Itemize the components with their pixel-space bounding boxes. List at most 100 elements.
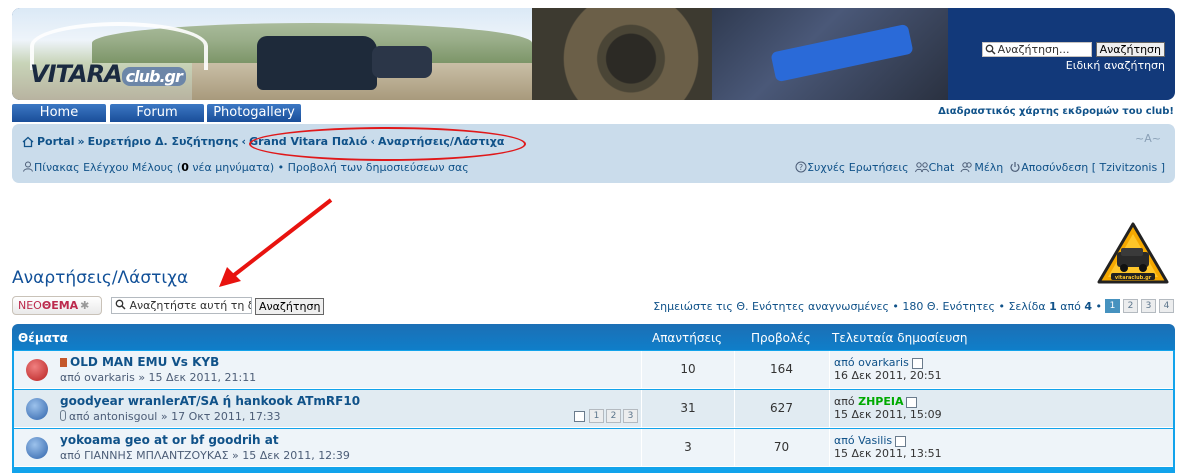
topic-replies: 10 bbox=[641, 351, 735, 388]
star-icon: ✱ bbox=[80, 299, 90, 312]
home-icon bbox=[22, 136, 34, 147]
topic-hot-read-icon bbox=[26, 398, 48, 420]
logout-label: Αποσύνδεση [ Tzivitzonis ] bbox=[1021, 161, 1165, 174]
topic-page-link-3[interactable]: 3 bbox=[623, 409, 638, 423]
header-search-input[interactable]: Αναζήτηση... bbox=[981, 42, 1092, 57]
user-control-links: Πίνακας Ελέγχου Μέλους (0 νέα μηνύματα) … bbox=[22, 161, 469, 174]
last-post-author[interactable]: ZHPEIA bbox=[858, 395, 903, 408]
view-your-posts-link[interactable]: Προβολή των δημοσιεύσεων σας bbox=[288, 161, 469, 174]
header-views: Προβολές bbox=[751, 331, 811, 345]
topic-page-link-2[interactable]: 2 bbox=[606, 409, 621, 423]
ucp-label: Πίνακας Ελέγχου Μέλους ( bbox=[34, 161, 182, 174]
chat-link[interactable]: Chat bbox=[914, 161, 954, 174]
last-post-author[interactable]: από Vasilis bbox=[834, 434, 892, 447]
last-post-by-prefix: από bbox=[834, 395, 859, 408]
forum-search-placeholder: Αναζητήστε αυτή τη δ. συζήτηση... bbox=[129, 299, 252, 312]
topic-replies: 31 bbox=[641, 390, 735, 427]
faq-label: Συχνές Ερωτήσεις bbox=[807, 161, 909, 174]
page-link-4[interactable]: 4 bbox=[1159, 299, 1174, 313]
faq-link[interactable]: ? Συχνές Ερωτήσεις bbox=[795, 161, 909, 174]
table-header: Θέματα Απαντήσεις Προβολές Τελευταία δημ… bbox=[12, 324, 1175, 350]
topic-title-link[interactable]: yokoama geo at or bf goodrih at bbox=[60, 433, 279, 447]
search-icon bbox=[115, 299, 126, 310]
nav-home-button[interactable]: Home bbox=[12, 104, 106, 122]
banner-car bbox=[257, 36, 377, 90]
ucp-link[interactable]: Πίνακας Ελέγχου Μέλους (0 νέα μηνύματα) bbox=[34, 161, 274, 174]
header-right-links: ? Συχνές Ερωτήσεις Chat Μέλη Αποσύνδεση [… bbox=[795, 161, 1165, 174]
topic-title: goodyear wranlerAT/SA ή hankook ATmRF10 bbox=[60, 394, 361, 408]
topic-meta: από ΓΙΑΝΝΗΣ ΜΠΛΑΝΤΖΟΥΚΑΣ » 15 Δεκ 2011, … bbox=[60, 449, 350, 462]
view-latest-post-icon[interactable] bbox=[906, 396, 918, 408]
header-last-post: Τελευταία δημοσίευση bbox=[832, 331, 968, 345]
pagination-summary: Σημειώστε τις Θ. Ενότητες αναγνωσμένες •… bbox=[653, 299, 1050, 313]
breadcrumb-separator: » bbox=[77, 135, 85, 148]
forum-search-button[interactable]: Αναζήτηση bbox=[255, 298, 325, 315]
banner-car-second bbox=[372, 46, 432, 78]
annotation-red-ellipse bbox=[249, 127, 526, 161]
forum-title[interactable]: Αναρτήσεις/Λάστιχα bbox=[12, 268, 188, 288]
last-post-date: 16 Δεκ 2011, 20:51 bbox=[834, 369, 942, 382]
header-topics: Θέματα bbox=[18, 331, 68, 345]
table-row: OLD MAN EMU Vs KYB από ovarkaris » 15 Δε… bbox=[14, 351, 1173, 389]
font-size-control[interactable]: ~A~ bbox=[1135, 132, 1161, 145]
breadcrumb-separator: ‹ bbox=[241, 135, 247, 148]
new-topic-button[interactable]: ΝΕΟΘΕΜΑ ✱ bbox=[12, 296, 102, 315]
topic-views: 70 bbox=[734, 429, 830, 466]
last-post-author[interactable]: από ovarkaris bbox=[834, 356, 909, 369]
view-latest-post-icon[interactable] bbox=[895, 435, 907, 447]
chat-icon bbox=[914, 162, 929, 173]
topic-read-icon bbox=[26, 437, 48, 459]
pagination-current-page: 1 bbox=[1049, 299, 1057, 313]
members-link[interactable]: Μέλη bbox=[960, 161, 1003, 174]
advanced-search-link[interactable]: Ειδική αναζήτηση bbox=[1066, 59, 1165, 72]
pagination-of: από bbox=[1056, 299, 1085, 313]
topic-pagination: 1 2 3 bbox=[574, 409, 638, 423]
breadcrumb-index[interactable]: Ευρετήριο Δ. Συζήτησης bbox=[88, 135, 239, 148]
vitaraclub-emblem-logo: vitaraclub.gr bbox=[1097, 222, 1169, 284]
forum-search-input[interactable]: Αναζητήστε αυτή τη δ. συζήτηση... bbox=[111, 297, 252, 314]
header-search-button[interactable]: Αναζήτηση bbox=[1095, 42, 1165, 57]
topic-meta: από antonisgoul » 17 Οκτ 2011, 17:33 bbox=[60, 410, 281, 423]
pagination-total-pages: 4 bbox=[1084, 299, 1092, 313]
table-row: yokoama geo at or bf goodrih at από ΓΙΑΝ… bbox=[14, 429, 1173, 467]
breadcrumb-bar: Portal » Ευρετήριο Δ. Συζήτησης ‹ Grand … bbox=[12, 124, 1175, 183]
view-latest-post-icon[interactable] bbox=[911, 357, 923, 369]
power-icon bbox=[1010, 162, 1020, 172]
header-banner: VITARA club.gr Αναζήτηση... Αναζήτηση Ειδ… bbox=[12, 8, 1175, 100]
topic-page-link-1[interactable]: 1 bbox=[589, 409, 604, 423]
header-search-placeholder: Αναζήτηση... bbox=[997, 43, 1070, 56]
table-row: goodyear wranlerAT/SA ή hankook ATmRF10 … bbox=[14, 390, 1173, 428]
topic-last-post: από Vasilis 15 Δεκ 2011, 13:51 bbox=[834, 434, 942, 460]
last-post-date: 15 Δεκ 2011, 15:09 bbox=[834, 408, 942, 421]
nav-forum-button[interactable]: Forum bbox=[110, 104, 204, 122]
logout-link[interactable]: Αποσύνδεση [ Tzivitzonis ] bbox=[1009, 161, 1165, 174]
logo-main: VITARA bbox=[30, 60, 123, 88]
topic-title-link[interactable]: goodyear wranlerAT/SA ή hankook ATmRF10 bbox=[60, 394, 360, 408]
annotation-red-arrow bbox=[219, 198, 333, 287]
topic-meta-text: από antonisgoul » 17 Οκτ 2011, 17:33 bbox=[69, 410, 281, 423]
map-link[interactable]: Διαδραστικός χάρτης εκδρομών του club! bbox=[938, 106, 1174, 117]
topic-title: OLD MAN EMU Vs KYB bbox=[70, 355, 220, 369]
search-icon bbox=[985, 44, 996, 55]
breadcrumb-portal[interactable]: Portal bbox=[37, 135, 75, 148]
topic-last-post: από ZHPEIA 15 Δεκ 2011, 15:09 bbox=[834, 395, 942, 421]
page-link-2[interactable]: 2 bbox=[1123, 299, 1138, 313]
topic-title-link[interactable]: OLD MAN EMU Vs KYB bbox=[60, 355, 219, 369]
topic-replies: 3 bbox=[641, 429, 735, 466]
pagination: Σημειώστε τις Θ. Ενότητες αναγνωσμένες •… bbox=[653, 299, 1174, 313]
svg-text:?: ? bbox=[799, 163, 803, 172]
topic-pages-icon bbox=[574, 410, 585, 422]
paperclip-icon bbox=[60, 410, 66, 421]
banner-photo-wheel bbox=[532, 8, 712, 100]
user-icon bbox=[23, 161, 33, 172]
page-link-1[interactable]: 1 bbox=[1105, 299, 1120, 313]
site-logo[interactable]: VITARA club.gr bbox=[30, 60, 186, 88]
new-topic-bold: ΘΕΜΑ bbox=[41, 299, 79, 312]
topic-title: yokoama geo at or bf goodrih at bbox=[60, 433, 279, 447]
page-link-3[interactable]: 3 bbox=[1141, 299, 1156, 313]
topic-hot-icon bbox=[26, 359, 48, 381]
header-replies: Απαντήσεις bbox=[652, 331, 723, 345]
nav-photogallery-button[interactable]: Photogallery bbox=[207, 104, 301, 122]
members-label: Μέλη bbox=[974, 161, 1004, 174]
new-topic-prefix: ΝΕΟ bbox=[18, 299, 42, 312]
